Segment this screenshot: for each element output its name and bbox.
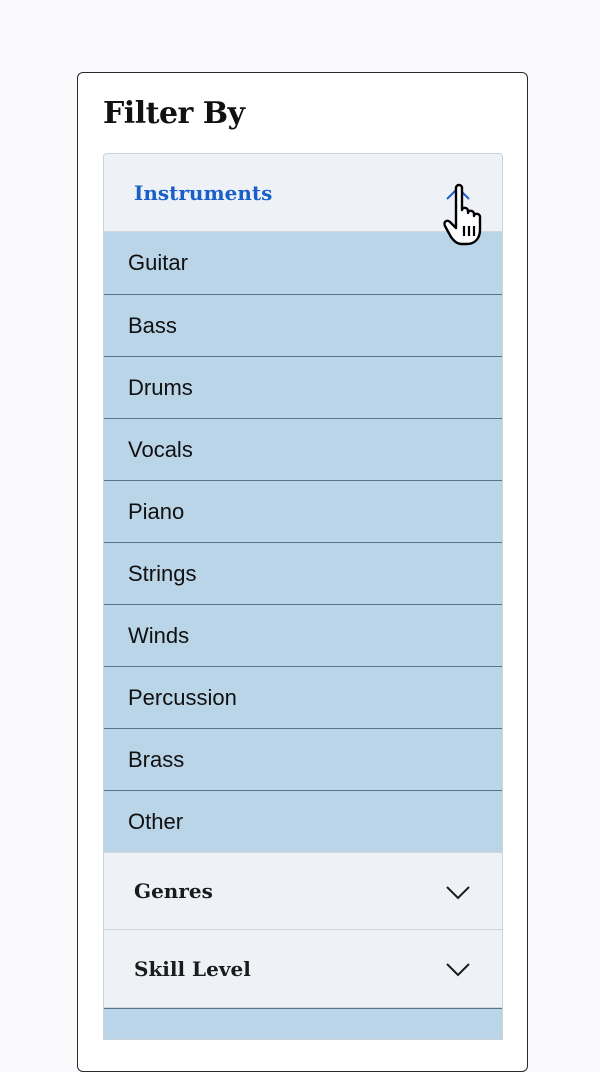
chevron-down-icon[interactable]	[444, 880, 472, 904]
cut-off-list-item	[104, 1008, 502, 1039]
accordion-header-instruments[interactable]: Instruments	[104, 154, 502, 232]
chevron-down-icon[interactable]	[444, 957, 472, 981]
option-guitar[interactable]: Guitar	[104, 232, 502, 294]
instrument-options-list: Guitar Bass Drums Vocals Piano Strings W…	[104, 232, 502, 852]
option-drums[interactable]: Drums	[104, 356, 502, 418]
accordion-label-genres: Genres	[134, 879, 213, 903]
filter-panel: Filter By Instruments Guitar Bass Drums …	[77, 72, 528, 1072]
option-strings[interactable]: Strings	[104, 542, 502, 604]
accordion-header-genres[interactable]: Genres	[104, 852, 502, 930]
accordion-header-skill-level[interactable]: Skill Level	[104, 930, 502, 1008]
option-other[interactable]: Other	[104, 790, 502, 852]
filter-title: Filter By	[103, 96, 245, 131]
accordion-label-skill-level: Skill Level	[134, 956, 251, 981]
filter-accordion: Instruments Guitar Bass Drums Vocals Pia…	[103, 153, 503, 1040]
option-percussion[interactable]: Percussion	[104, 666, 502, 728]
option-vocals[interactable]: Vocals	[104, 418, 502, 480]
option-bass[interactable]: Bass	[104, 294, 502, 356]
option-winds[interactable]: Winds	[104, 604, 502, 666]
option-brass[interactable]: Brass	[104, 728, 502, 790]
accordion-label-instruments: Instruments	[134, 180, 273, 205]
chevron-up-icon[interactable]	[444, 181, 472, 205]
option-piano[interactable]: Piano	[104, 480, 502, 542]
